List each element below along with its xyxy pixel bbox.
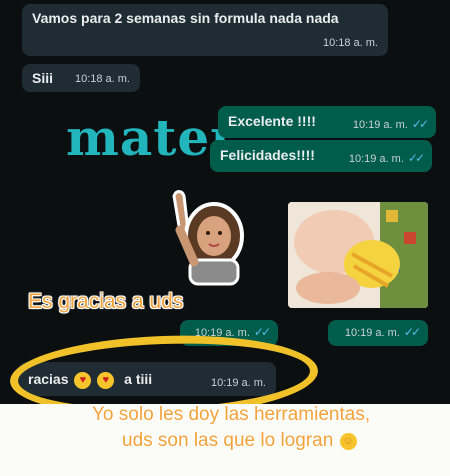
baby-sticker-image[interactable] — [288, 202, 428, 308]
message-bubble-incoming[interactable]: Vamos para 2 semanas sin formula nada na… — [22, 4, 388, 56]
message-time: 10:18 a. m. — [74, 73, 130, 85]
double-check-icon: ✓✓ — [403, 325, 421, 339]
double-check-icon: ✓✓ — [411, 117, 429, 131]
overlay-caption-bottom-line1: Yo solo les doy las herramientas, — [92, 404, 371, 425]
message-text: Siii — [32, 70, 54, 86]
overlay-caption-bottom-line2: uds son las que lo logran — [122, 430, 334, 451]
double-check-icon: ✓✓ — [407, 151, 425, 165]
message-bubble-incoming[interactable]: Siii 10:18 a. m. — [22, 64, 140, 92]
overlay-caption-top: Es gracias a uds — [28, 290, 184, 313]
message-text: Excelente !!!! — [228, 113, 316, 129]
overlay-caption-bottom-line2-row: uds son las que lo logran ☺ — [122, 430, 357, 452]
message-time-label: 10:19 a. m. — [352, 119, 408, 131]
message-time: 10:19 a. m. ✓✓ — [352, 115, 429, 134]
message-time-label: 10:19 a. m. — [344, 327, 400, 339]
chat-screen: Vamos para 2 semanas sin formula nada na… — [0, 0, 450, 476]
double-check-icon: ✓✓ — [253, 325, 271, 339]
message-text: Vamos para 2 semanas sin formula nada na… — [32, 10, 339, 26]
message-text: Felicidades!!!! — [220, 147, 315, 163]
hugging-face-icon: ☺ — [339, 433, 357, 451]
message-time: 10:19 a. m. ✓✓ — [344, 323, 421, 342]
message-bubble-outgoing[interactable]: 10:19 a. m. ✓✓ — [328, 320, 428, 346]
message-time-label: 10:19 a. m. — [348, 153, 404, 165]
girl-sticker-image[interactable] — [170, 186, 250, 286]
message-bubble-outgoing[interactable]: Excelente !!!! 10:19 a. m. ✓✓ — [218, 106, 436, 138]
message-time: 10:18 a. m. — [322, 37, 378, 49]
message-time: 10:19 a. m. ✓✓ — [348, 149, 425, 168]
message-bubble-outgoing[interactable]: Felicidades!!!! 10:19 a. m. ✓✓ — [210, 140, 432, 172]
